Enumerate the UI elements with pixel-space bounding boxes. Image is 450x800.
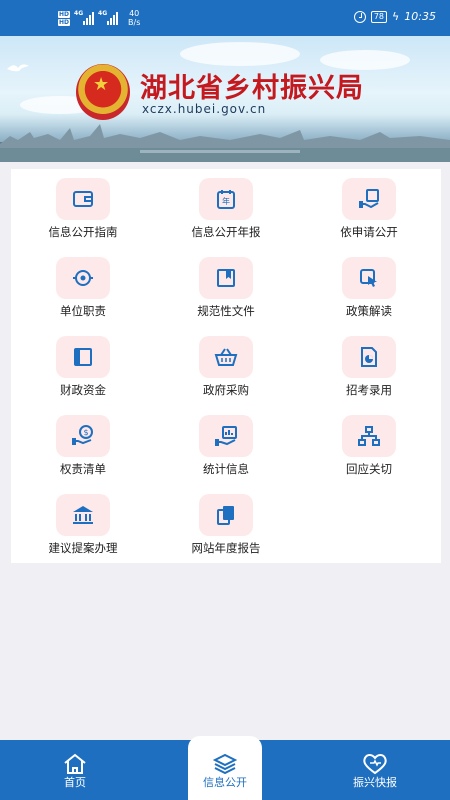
menu-item-procurement[interactable]: 政府采购 — [155, 327, 297, 406]
tab-info-disclosure[interactable]: 信息公开 — [150, 736, 300, 800]
menu-item-policy-interpretation[interactable]: 政策解读 — [298, 248, 440, 327]
battery-icon: 78 — [370, 10, 388, 23]
header-banner: 湖北省乡村振兴局 xczx.hubei.gov.cn — [0, 36, 450, 162]
menu-grid: 信息公开指南 年 信息公开年报 依申请公开 单位职责 规范性文件 政策解读 财政… — [11, 169, 441, 563]
signal-icon-2: 4G — [98, 10, 119, 25]
menu-item-response[interactable]: 回应关切 — [298, 406, 440, 485]
menu-item-responsibility-list[interactable]: $ 权责清单 — [12, 406, 154, 485]
agency-title: 湖北省乡村振兴局 — [140, 73, 364, 104]
annual-report-icon: 年 — [199, 178, 253, 220]
hd-icon: HD HD — [58, 10, 71, 26]
home-icon — [64, 753, 86, 774]
bottom-tab-bar: 首页 信息公开 振兴快报 — [0, 736, 450, 800]
menu-item-normative-docs[interactable]: 规范性文件 — [155, 248, 297, 327]
bookmark-doc-icon — [199, 257, 253, 299]
alarm-icon — [353, 10, 366, 23]
city-skyline — [0, 124, 450, 162]
basket-icon — [199, 336, 253, 378]
chart-doc-icon — [342, 336, 396, 378]
tab-home[interactable]: 首页 — [0, 740, 150, 800]
menu-item-statistics[interactable]: 统计信息 — [155, 406, 297, 485]
charging-icon: ϟ — [392, 10, 400, 23]
network-speed: 40 B/s — [128, 9, 141, 27]
touch-doc-icon — [342, 257, 396, 299]
status-left: HD HD 4G 4G 40 B/s — [58, 9, 140, 27]
org-chart-icon — [342, 415, 396, 457]
institution-icon — [56, 494, 110, 536]
money-hand-icon: $ — [56, 415, 110, 457]
status-bar: HD HD 4G 4G 40 B/s 78 ϟ 10:35 — [0, 0, 450, 36]
menu-item-recruitment[interactable]: 招考录用 — [298, 327, 440, 406]
menu-item-duties[interactable]: 单位职责 — [12, 248, 154, 327]
layers-icon — [212, 753, 238, 775]
wallet-icon — [56, 178, 110, 220]
menu-item-finance[interactable]: 财政资金 — [12, 327, 154, 406]
svg-text:年: 年 — [222, 196, 230, 206]
menu-item-apply-disclosure[interactable]: 依申请公开 — [298, 169, 440, 248]
dove-icon — [7, 64, 29, 72]
status-right: 78 ϟ 10:35 — [353, 10, 436, 23]
signal-icon: 4G — [74, 10, 95, 25]
clock: 10:35 — [404, 10, 436, 23]
svg-text:$: $ — [83, 428, 88, 437]
hand-document-icon — [342, 178, 396, 220]
national-emblem-logo — [76, 64, 130, 120]
stats-hand-icon — [199, 415, 253, 457]
menu-item-annual-report[interactable]: 年 信息公开年报 — [155, 169, 297, 248]
menu-item-website-report[interactable]: 网站年度报告 — [155, 485, 297, 564]
copy-docs-icon — [199, 494, 253, 536]
heart-icon — [363, 754, 387, 775]
menu-item-info-guide[interactable]: 信息公开指南 — [12, 169, 154, 248]
panel-icon — [56, 336, 110, 378]
target-eye-icon — [56, 257, 110, 299]
menu-item-proposals[interactable]: 建议提案办理 — [12, 485, 154, 564]
tab-revitalization-news[interactable]: 振兴快报 — [300, 740, 450, 800]
